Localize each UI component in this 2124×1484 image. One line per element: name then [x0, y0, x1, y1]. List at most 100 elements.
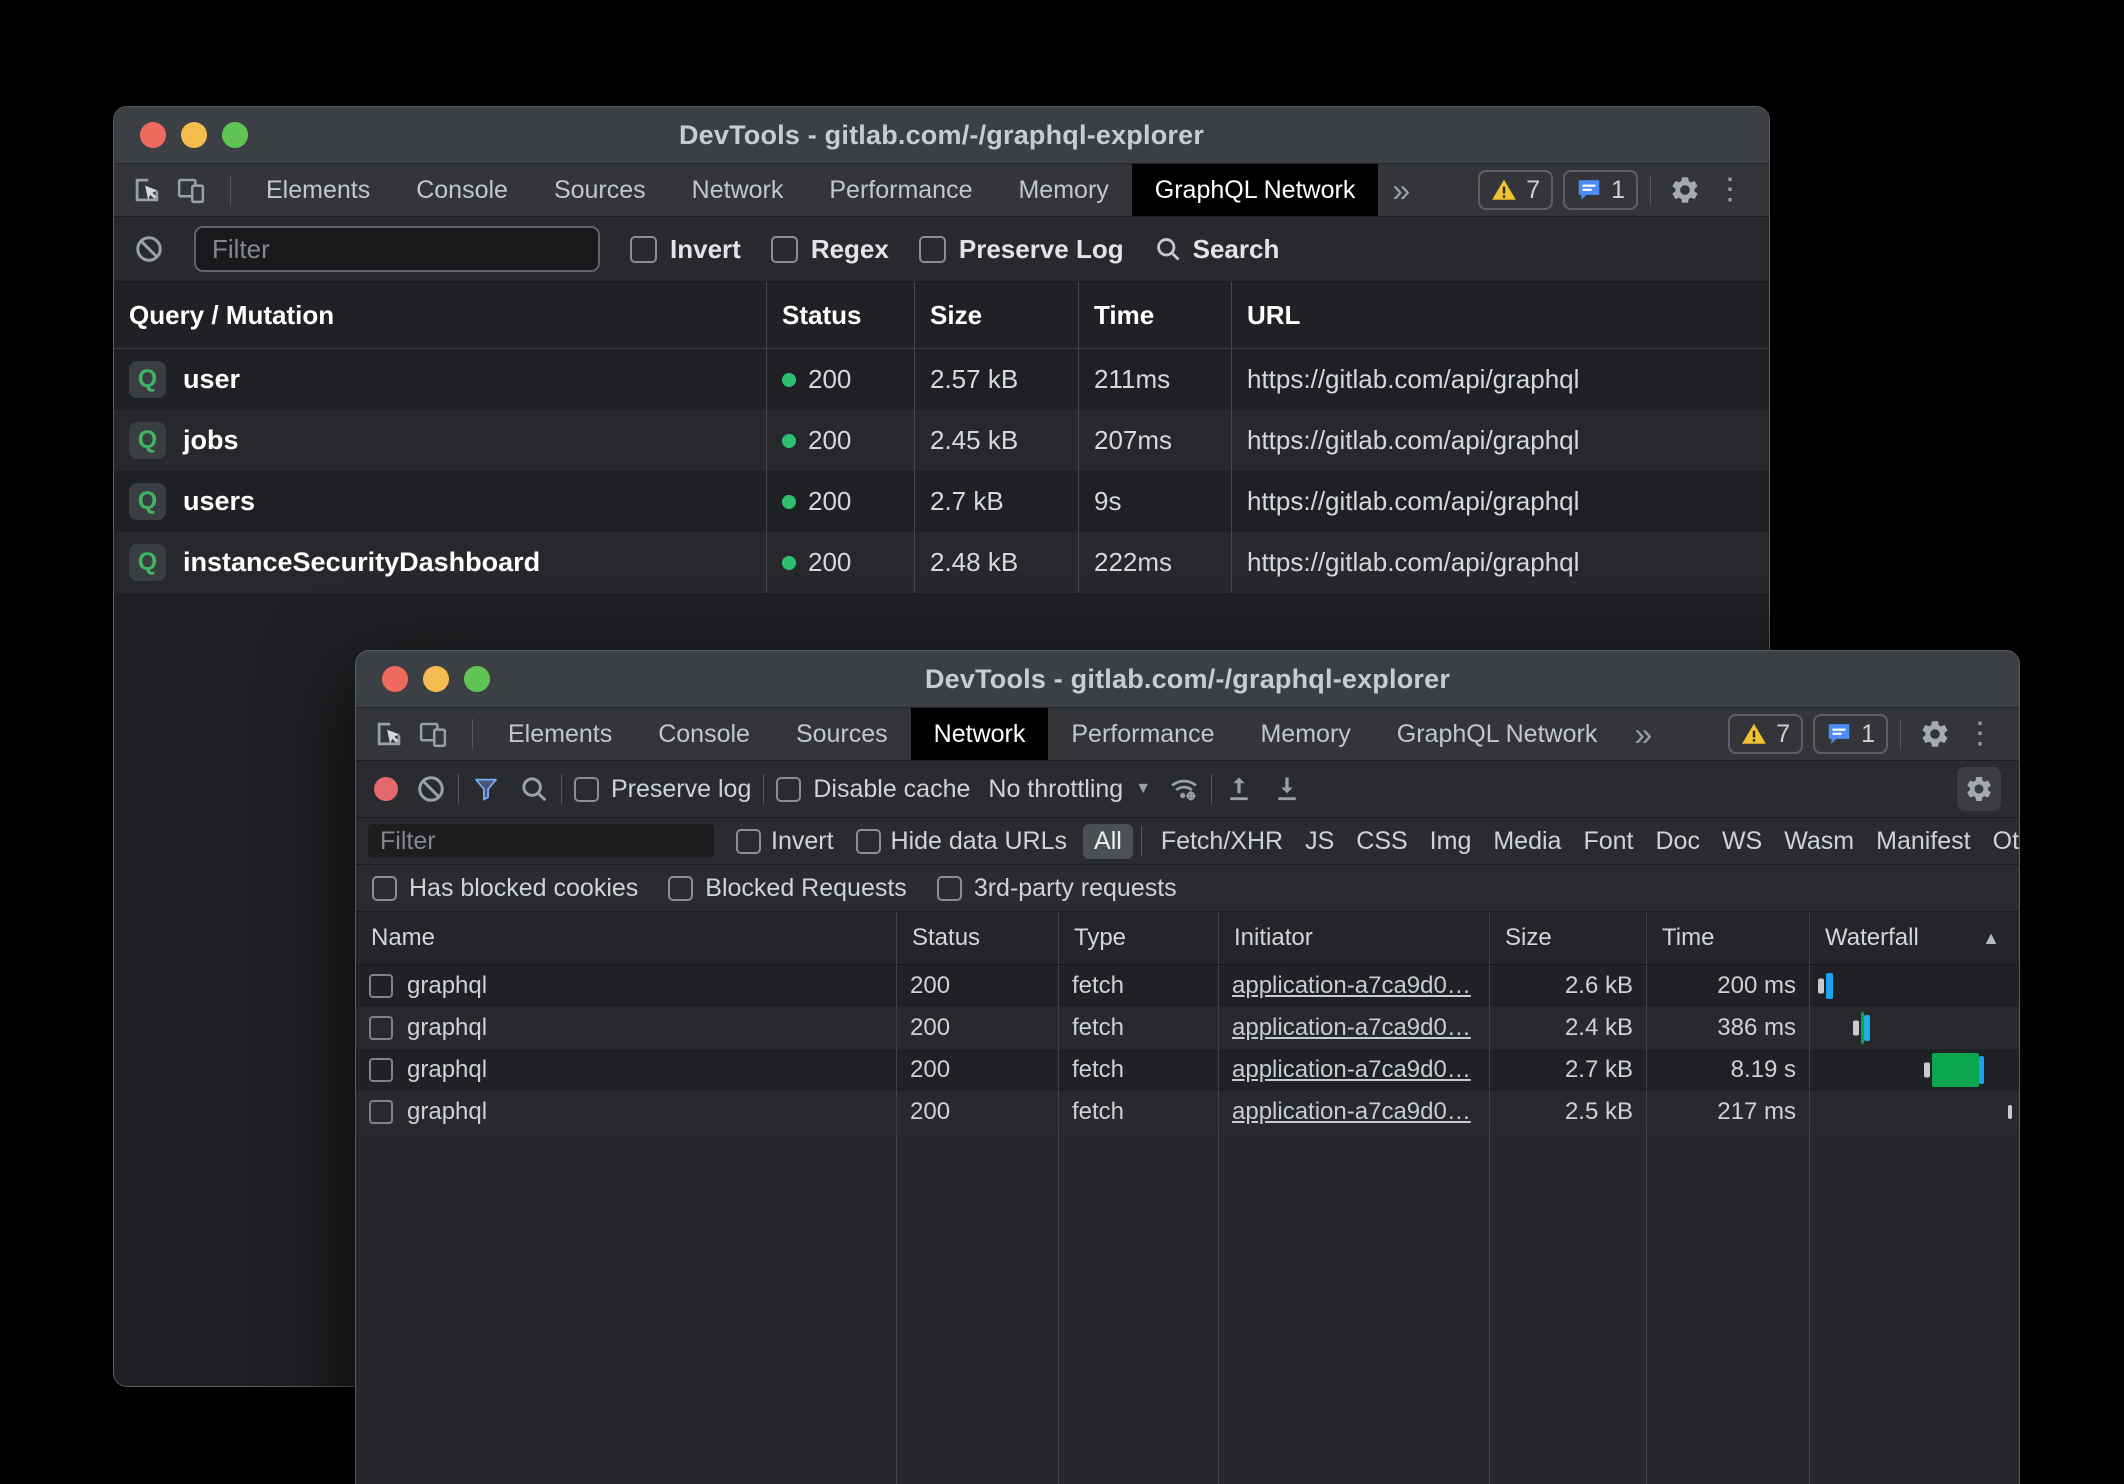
preserve-log-checkbox[interactable]: [574, 777, 599, 802]
filter-type-doc[interactable]: Doc: [1644, 824, 1710, 859]
tab-memory[interactable]: Memory: [1237, 708, 1373, 760]
network-request-row[interactable]: graphql 200 fetch application-a7ca9d0… 2…: [356, 1007, 2019, 1049]
issues-badge[interactable]: 1: [1563, 170, 1638, 210]
column-header-name[interactable]: Name: [356, 912, 897, 964]
filter-type-js[interactable]: JS: [1294, 824, 1345, 859]
clear-icon[interactable]: [416, 774, 446, 804]
filter-input[interactable]: [194, 226, 600, 272]
hide-data-urls-checkbox[interactable]: [856, 829, 881, 854]
table-row[interactable]: Qusers 200 2.7 kB 9s https://gitlab.com/…: [114, 471, 1769, 532]
column-header-status[interactable]: Status: [897, 912, 1059, 964]
network-request-row[interactable]: graphql 200 fetch application-a7ca9d0… 2…: [356, 1049, 2019, 1091]
network-request-row[interactable]: graphql 200 fetch application-a7ca9d0… 2…: [356, 965, 2019, 1007]
kebab-menu-icon[interactable]: ⋮: [1957, 719, 2003, 749]
initiator-link[interactable]: application-a7ca9d0…: [1232, 1098, 1471, 1126]
device-toolbar-icon[interactable]: [174, 173, 208, 207]
row-checkbox[interactable]: [369, 1058, 393, 1082]
tab-graphql-network[interactable]: GraphQL Network: [1132, 164, 1379, 216]
filter-type-ws[interactable]: WS: [1711, 824, 1773, 859]
throttling-select[interactable]: No throttling: [988, 775, 1123, 804]
has-blocked-cookies-checkbox[interactable]: [372, 876, 397, 901]
column-header-time[interactable]: Time: [1647, 912, 1810, 964]
issues-badge[interactable]: 1: [1813, 714, 1888, 754]
table-row[interactable]: Quser 200 2.57 kB 211ms https://gitlab.c…: [114, 349, 1769, 410]
initiator-link[interactable]: application-a7ca9d0…: [1232, 972, 1471, 1000]
titlebar[interactable]: DevTools - gitlab.com/-/graphql-explorer: [356, 651, 2019, 708]
tab-elements[interactable]: Elements: [243, 164, 393, 216]
search-icon[interactable]: [519, 774, 549, 804]
graphql-panel-toolbar: Invert Regex Preserve Log Search: [114, 217, 1769, 282]
initiator-link[interactable]: application-a7ca9d0…: [1232, 1014, 1471, 1042]
column-header-time[interactable]: Time: [1079, 282, 1232, 348]
tab-performance[interactable]: Performance: [1048, 708, 1237, 760]
filter-type-other[interactable]: Other: [1982, 824, 2020, 859]
row-checkbox[interactable]: [369, 1100, 393, 1124]
record-button[interactable]: [374, 777, 398, 801]
filter-funnel-icon[interactable]: [471, 774, 501, 804]
clear-icon[interactable]: [134, 234, 164, 264]
invert-checkbox[interactable]: [630, 236, 657, 263]
tab-network[interactable]: Network: [669, 164, 807, 216]
column-header-url[interactable]: URL: [1232, 282, 1769, 348]
tab-elements[interactable]: Elements: [485, 708, 635, 760]
tab-graphql-network[interactable]: GraphQL Network: [1374, 708, 1621, 760]
column-header-waterfall[interactable]: Waterfall ▲: [1810, 912, 2019, 964]
titlebar[interactable]: DevTools - gitlab.com/-/graphql-explorer: [114, 107, 1769, 164]
filter-type-css[interactable]: CSS: [1345, 824, 1418, 859]
more-tabs-button[interactable]: »: [1620, 718, 1666, 750]
network-request-row[interactable]: graphql 200 fetch application-a7ca9d0… 2…: [356, 1091, 2019, 1133]
third-party-requests-checkbox[interactable]: [937, 876, 962, 901]
invert-checkbox[interactable]: [736, 829, 761, 854]
query-badge: Q: [129, 544, 166, 581]
filter-type-font[interactable]: Font: [1572, 824, 1644, 859]
filter-input[interactable]: [368, 824, 714, 858]
blocked-requests-checkbox[interactable]: [668, 876, 693, 901]
settings-gear-icon[interactable]: [1919, 718, 1951, 750]
network-settings-gear-icon[interactable]: [1957, 767, 2001, 811]
table-row[interactable]: Qjobs 200 2.45 kB 207ms https://gitlab.c…: [114, 410, 1769, 471]
inspect-element-icon[interactable]: [372, 717, 406, 751]
device-toolbar-icon[interactable]: [416, 717, 450, 751]
tab-sources[interactable]: Sources: [773, 708, 911, 760]
table-row[interactable]: QinstanceSecurityDashboard 200 2.48 kB 2…: [114, 532, 1769, 593]
row-checkbox[interactable]: [369, 1016, 393, 1040]
warnings-badge[interactable]: 7: [1728, 714, 1803, 754]
tab-network[interactable]: Network: [911, 708, 1049, 760]
waterfall-cell[interactable]: [1810, 1007, 2019, 1049]
filter-type-media[interactable]: Media: [1482, 824, 1572, 859]
regex-checkbox[interactable]: [771, 236, 798, 263]
filter-type-manifest[interactable]: Manifest: [1865, 824, 1981, 859]
row-checkbox[interactable]: [369, 974, 393, 998]
blocked-requests-label: Blocked Requests: [705, 874, 907, 903]
column-header-status[interactable]: Status: [767, 282, 915, 348]
filter-type-fetch-xhr[interactable]: Fetch/XHR: [1150, 824, 1294, 859]
filter-type-all[interactable]: All: [1083, 824, 1133, 859]
waterfall-cell[interactable]: [1810, 965, 2019, 1007]
disable-cache-checkbox[interactable]: [776, 777, 801, 802]
settings-gear-icon[interactable]: [1669, 174, 1701, 206]
preserve-log-checkbox[interactable]: [919, 236, 946, 263]
column-header-size[interactable]: Size: [1490, 912, 1647, 964]
waterfall-cell[interactable]: [1810, 1049, 2019, 1091]
filter-type-img[interactable]: Img: [1419, 824, 1483, 859]
initiator-link[interactable]: application-a7ca9d0…: [1232, 1056, 1471, 1084]
warnings-badge[interactable]: 7: [1478, 170, 1553, 210]
kebab-menu-icon[interactable]: ⋮: [1707, 175, 1753, 205]
tab-memory[interactable]: Memory: [995, 164, 1131, 216]
tab-console[interactable]: Console: [635, 708, 773, 760]
tab-sources[interactable]: Sources: [531, 164, 669, 216]
filter-type-wasm[interactable]: Wasm: [1773, 824, 1865, 859]
column-header-initiator[interactable]: Initiator: [1219, 912, 1490, 964]
export-har-icon[interactable]: [1272, 774, 1302, 804]
tab-console[interactable]: Console: [393, 164, 531, 216]
tab-performance[interactable]: Performance: [806, 164, 995, 216]
inspect-element-icon[interactable]: [130, 173, 164, 207]
column-header-size[interactable]: Size: [915, 282, 1079, 348]
import-har-icon[interactable]: [1224, 774, 1254, 804]
column-header-query-mutation[interactable]: Query / Mutation: [114, 282, 767, 348]
more-tabs-button[interactable]: »: [1378, 174, 1424, 206]
search-button[interactable]: Search: [1154, 234, 1280, 265]
column-header-type[interactable]: Type: [1059, 912, 1219, 964]
network-conditions-icon[interactable]: [1169, 774, 1199, 804]
waterfall-cell[interactable]: [1810, 1091, 2019, 1133]
